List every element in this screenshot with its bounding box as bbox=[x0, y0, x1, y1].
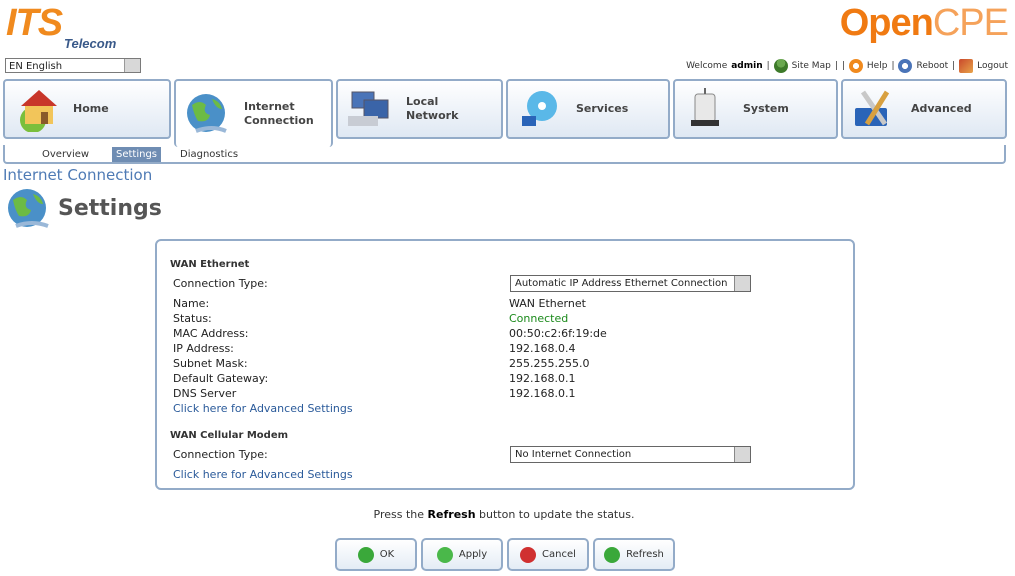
refresh-hint: Press the Refresh button to update the s… bbox=[0, 508, 1008, 521]
separator: | bbox=[766, 61, 770, 71]
ip-label: IP Address: bbox=[173, 342, 234, 355]
mac-value: 00:50:c2:6f:19:de bbox=[509, 327, 607, 340]
main-tabs: Home Internet Connection Local Network S… bbox=[3, 79, 1008, 147]
hint-bold: Refresh bbox=[427, 508, 476, 521]
top-links: Welcome admin | Site Map | | Help | Rebo… bbox=[686, 59, 1008, 73]
name-value: WAN Ethernet bbox=[509, 297, 586, 310]
opencpe-logo-open: Open bbox=[839, 2, 934, 44]
sitemap-link[interactable]: Site Map bbox=[792, 61, 831, 71]
cancel-button-label: Cancel bbox=[542, 549, 576, 560]
refresh-icon bbox=[604, 546, 621, 563]
chevron-down-icon bbox=[734, 276, 750, 291]
telecom-logo-text: Telecom bbox=[64, 36, 117, 51]
wan-ethernet-heading: WAN Ethernet bbox=[170, 259, 250, 270]
mask-label: Subnet Mask: bbox=[173, 357, 248, 370]
tab-local-network-label: Local Network bbox=[406, 95, 459, 122]
tab-advanced[interactable]: Advanced bbox=[841, 79, 1007, 139]
close-icon bbox=[520, 546, 537, 563]
tab-system-label: System bbox=[743, 102, 789, 115]
plus-icon bbox=[436, 546, 453, 563]
separator: | bbox=[952, 61, 956, 71]
reboot-link[interactable]: Reboot bbox=[916, 61, 948, 71]
cancel-button[interactable]: Cancel bbox=[507, 538, 589, 571]
wan-cellular-advanced-link[interactable]: Click here for Advanced Settings bbox=[173, 468, 353, 481]
wan-ethernet-connection-type-select[interactable]: Automatic IP Address Ethernet Connection bbox=[510, 275, 751, 292]
subnav-overview[interactable]: Overview bbox=[42, 149, 89, 160]
logout-link[interactable]: Logout bbox=[977, 61, 1008, 71]
wan-ethernet-connection-type-label: Connection Type: bbox=[173, 277, 268, 290]
help-icon bbox=[848, 59, 863, 73]
check-icon bbox=[357, 546, 374, 563]
status-label: Status: bbox=[173, 312, 212, 325]
subnav-settings[interactable]: Settings bbox=[112, 147, 162, 162]
tab-services-label: Services bbox=[576, 102, 629, 115]
disc-icon bbox=[522, 91, 557, 126]
page-title: Settings bbox=[58, 196, 162, 221]
globe-icon bbox=[187, 94, 227, 133]
hint-pre: Press the bbox=[373, 508, 425, 521]
gateway-value: 192.168.0.1 bbox=[509, 372, 576, 385]
wan-cellular-connection-type-label: Connection Type: bbox=[173, 448, 268, 461]
ip-value: 192.168.0.4 bbox=[509, 342, 576, 355]
separator: | bbox=[891, 61, 895, 71]
network-icon bbox=[348, 91, 389, 126]
power-icon bbox=[898, 59, 913, 73]
opencpe-logo: OpenCPE bbox=[839, 2, 1009, 44]
tools-icon bbox=[855, 90, 890, 126]
tab-home[interactable]: Home bbox=[3, 79, 171, 139]
dns-label: DNS Server bbox=[173, 387, 237, 400]
wan-ethernet-connection-type-value: Automatic IP Address Ethernet Connection bbox=[515, 278, 728, 289]
name-label: Name: bbox=[173, 297, 210, 310]
dns-value: 192.168.0.1 bbox=[509, 387, 576, 400]
welcome-label: Welcome bbox=[686, 61, 728, 71]
its-telecom-logo: ITS Telecom bbox=[6, 4, 126, 52]
globe-icon bbox=[8, 189, 49, 228]
apply-button-label: Apply bbox=[458, 549, 488, 560]
refresh-button[interactable]: Refresh bbox=[593, 538, 675, 571]
wan-cellular-heading: WAN Cellular Modem bbox=[170, 430, 289, 441]
section-title: Internet Connection bbox=[3, 166, 153, 184]
tab-advanced-label: Advanced bbox=[911, 102, 972, 115]
tab-home-label: Home bbox=[73, 102, 109, 115]
tab-services[interactable]: Services bbox=[506, 79, 670, 139]
tab-internet-connection-label: Internet Connection bbox=[244, 100, 314, 127]
opencpe-logo-cpe: CPE bbox=[932, 2, 1009, 44]
wan-cellular-connection-type-select[interactable]: No Internet Connection bbox=[510, 446, 751, 463]
tab-local-network[interactable]: Local Network bbox=[336, 79, 503, 139]
settings-panel: WAN Ethernet Connection Type: Automatic … bbox=[155, 239, 855, 490]
help-link[interactable]: Help bbox=[867, 61, 888, 71]
ok-button-label: OK bbox=[379, 549, 395, 560]
tab-system[interactable]: System bbox=[673, 79, 838, 139]
hint-post: button to update the status. bbox=[479, 508, 635, 521]
language-select[interactable]: EN English bbox=[5, 58, 141, 73]
status-value: Connected bbox=[509, 312, 569, 325]
mask-value: 255.255.255.0 bbox=[509, 357, 590, 370]
gateway-label: Default Gateway: bbox=[173, 372, 269, 385]
separator: | bbox=[834, 61, 838, 71]
logout-icon bbox=[959, 59, 974, 73]
router-icon bbox=[691, 88, 719, 126]
tab-internet-connection[interactable]: Internet Connection bbox=[174, 79, 333, 147]
ok-button[interactable]: OK bbox=[335, 538, 417, 571]
mac-label: MAC Address: bbox=[173, 327, 249, 340]
sitemap-icon bbox=[773, 59, 788, 73]
refresh-button-label: Refresh bbox=[626, 549, 664, 560]
apply-button[interactable]: Apply bbox=[421, 538, 503, 571]
chevron-down-icon bbox=[124, 59, 140, 72]
house-icon bbox=[20, 90, 57, 132]
separator: | bbox=[841, 61, 845, 71]
language-select-value: EN English bbox=[9, 61, 63, 72]
wan-cellular-connection-type-value: No Internet Connection bbox=[515, 449, 632, 460]
sub-navigation: Overview Settings Diagnostics bbox=[3, 145, 1006, 164]
chevron-down-icon bbox=[734, 447, 750, 462]
wan-ethernet-advanced-link[interactable]: Click here for Advanced Settings bbox=[173, 402, 353, 415]
username: admin bbox=[731, 61, 763, 71]
subnav-diagnostics[interactable]: Diagnostics bbox=[180, 149, 238, 160]
